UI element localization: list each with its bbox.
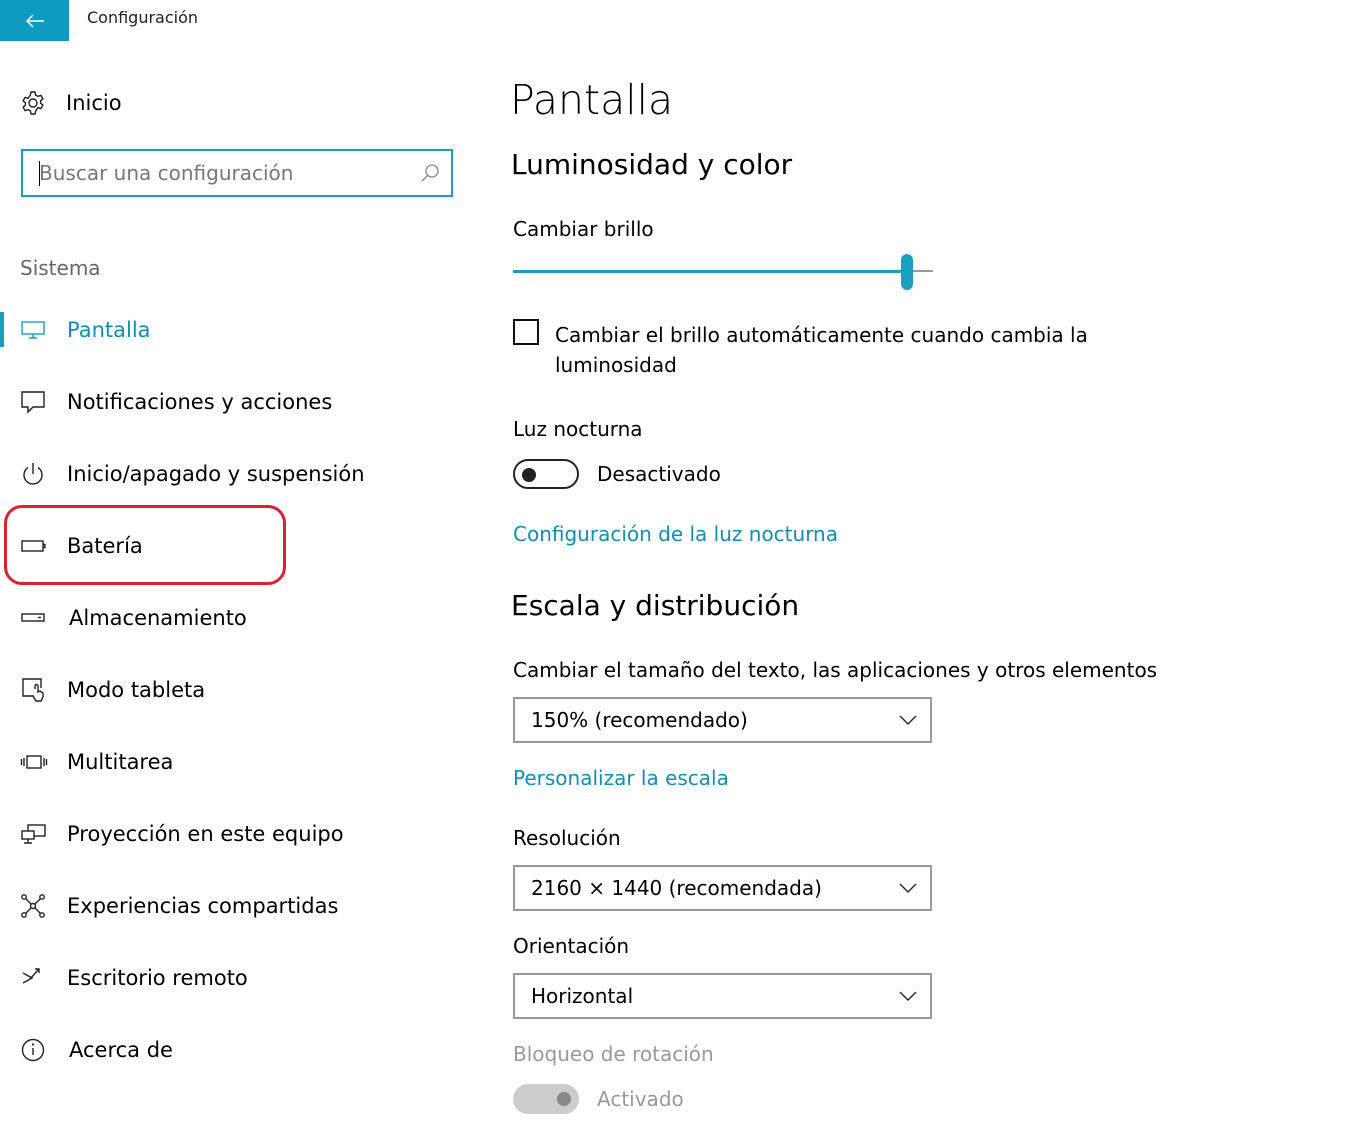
sidebar-item-label: Almacenamiento [69,606,247,630]
sidebar-item-proyeccion[interactable]: Proyección en este equipo [20,816,344,852]
sidebar-item-label: Pantalla [67,318,151,342]
sidebar-item-label: Notificaciones y acciones [67,390,333,414]
scale-dropdown[interactable]: 150% (recomendado) [513,697,932,743]
info-icon [21,1038,45,1062]
toggle-knob [557,1092,571,1106]
orientation-dropdown[interactable]: Horizontal [513,973,932,1019]
shared-experiences-icon [21,894,45,918]
remote-desktop-icon [22,968,40,984]
resolution-label: Resolución [513,826,621,850]
chevron-down-icon [899,883,917,893]
rotation-lock-toggle [513,1084,579,1114]
chevron-down-icon [899,991,917,1001]
tablet-mode-icon [22,678,44,702]
auto-brightness-checkbox[interactable] [513,319,539,345]
nav-home-label: Inicio [66,91,122,115]
gear-icon [22,91,44,115]
night-light-settings-link[interactable]: Configuración de la luz nocturna [513,522,838,546]
sidebar-item-label: Acerca de [69,1038,173,1062]
window-title: Configuración [87,8,199,27]
storage-icon [21,613,45,622]
section-title-scale: Escala y distribución [511,589,800,622]
toggle-knob [522,468,536,482]
orientation-label: Orientación [513,934,630,958]
sidebar-item-escritorio-remoto[interactable]: Escritorio remoto [20,960,248,996]
sidebar-item-label: Multitarea [67,750,174,774]
resolution-dropdown[interactable]: 2160 × 1440 (recomendada) [513,865,932,911]
section-title-brightness: Luminosidad y color [511,148,793,181]
rotation-lock-state: Activado [597,1087,684,1111]
custom-scale-link[interactable]: Personalizar la escala [513,766,729,790]
sidebar-item-inicio-apagado[interactable]: Inicio/apagado y suspensión [20,456,365,492]
sidebar-item-almacenamiento[interactable]: Almacenamiento [20,600,247,636]
nav-home[interactable]: Inicio [20,88,122,118]
sidebar-item-modo-tableta[interactable]: Modo tableta [20,672,205,708]
multitask-icon [20,755,48,769]
brightness-label: Cambiar brillo [513,217,654,241]
sidebar-item-label: Inicio/apagado y suspensión [67,462,365,486]
power-icon [23,463,43,485]
sidebar-item-pantalla[interactable]: Pantalla [20,312,151,348]
sidebar-item-acerca-de[interactable]: Acerca de [20,1032,173,1068]
sidebar-item-multitarea[interactable]: Multitarea [20,744,173,780]
sidebar-item-label: Experiencias compartidas [67,894,339,918]
sidebar-item-notificaciones[interactable]: Notificaciones y acciones [20,384,332,420]
notification-icon [21,391,45,414]
search-box[interactable] [21,149,453,197]
resolution-dropdown-value: 2160 × 1440 (recomendada) [531,876,822,900]
night-light-label: Luz nocturna [513,417,643,441]
page-title: Pantalla [510,76,674,124]
highlight-annotation [4,505,286,585]
group-header: Sistema [20,256,101,280]
brightness-slider-thumb[interactable] [901,254,913,290]
night-light-state: Desactivado [597,462,721,486]
orientation-dropdown-value: Horizontal [531,984,634,1008]
night-light-toggle[interactable] [513,459,579,489]
projection-icon [21,824,46,844]
back-button[interactable] [0,0,69,41]
active-indicator [0,312,4,347]
text-caret [39,161,40,186]
search-input[interactable] [23,151,419,195]
sidebar-item-label: Modo tableta [67,678,206,702]
search-icon [421,164,439,182]
auto-brightness-label: Cambiar el brillo automáticamente cuando… [555,323,1088,377]
back-arrow-icon [25,13,44,28]
sidebar-item-experiencias[interactable]: Experiencias compartidas [20,888,338,924]
scale-label: Cambiar el tamaño del texto, las aplicac… [513,658,1158,682]
chevron-down-icon [899,715,917,725]
sidebar-item-label: Proyección en este equipo [67,822,344,846]
monitor-icon [21,321,45,339]
brightness-slider-fill[interactable] [513,270,907,273]
scale-dropdown-value: 150% (recomendado) [531,708,748,732]
rotation-lock-label: Bloqueo de rotación [513,1042,714,1066]
sidebar-item-label: Escritorio remoto [67,966,248,990]
